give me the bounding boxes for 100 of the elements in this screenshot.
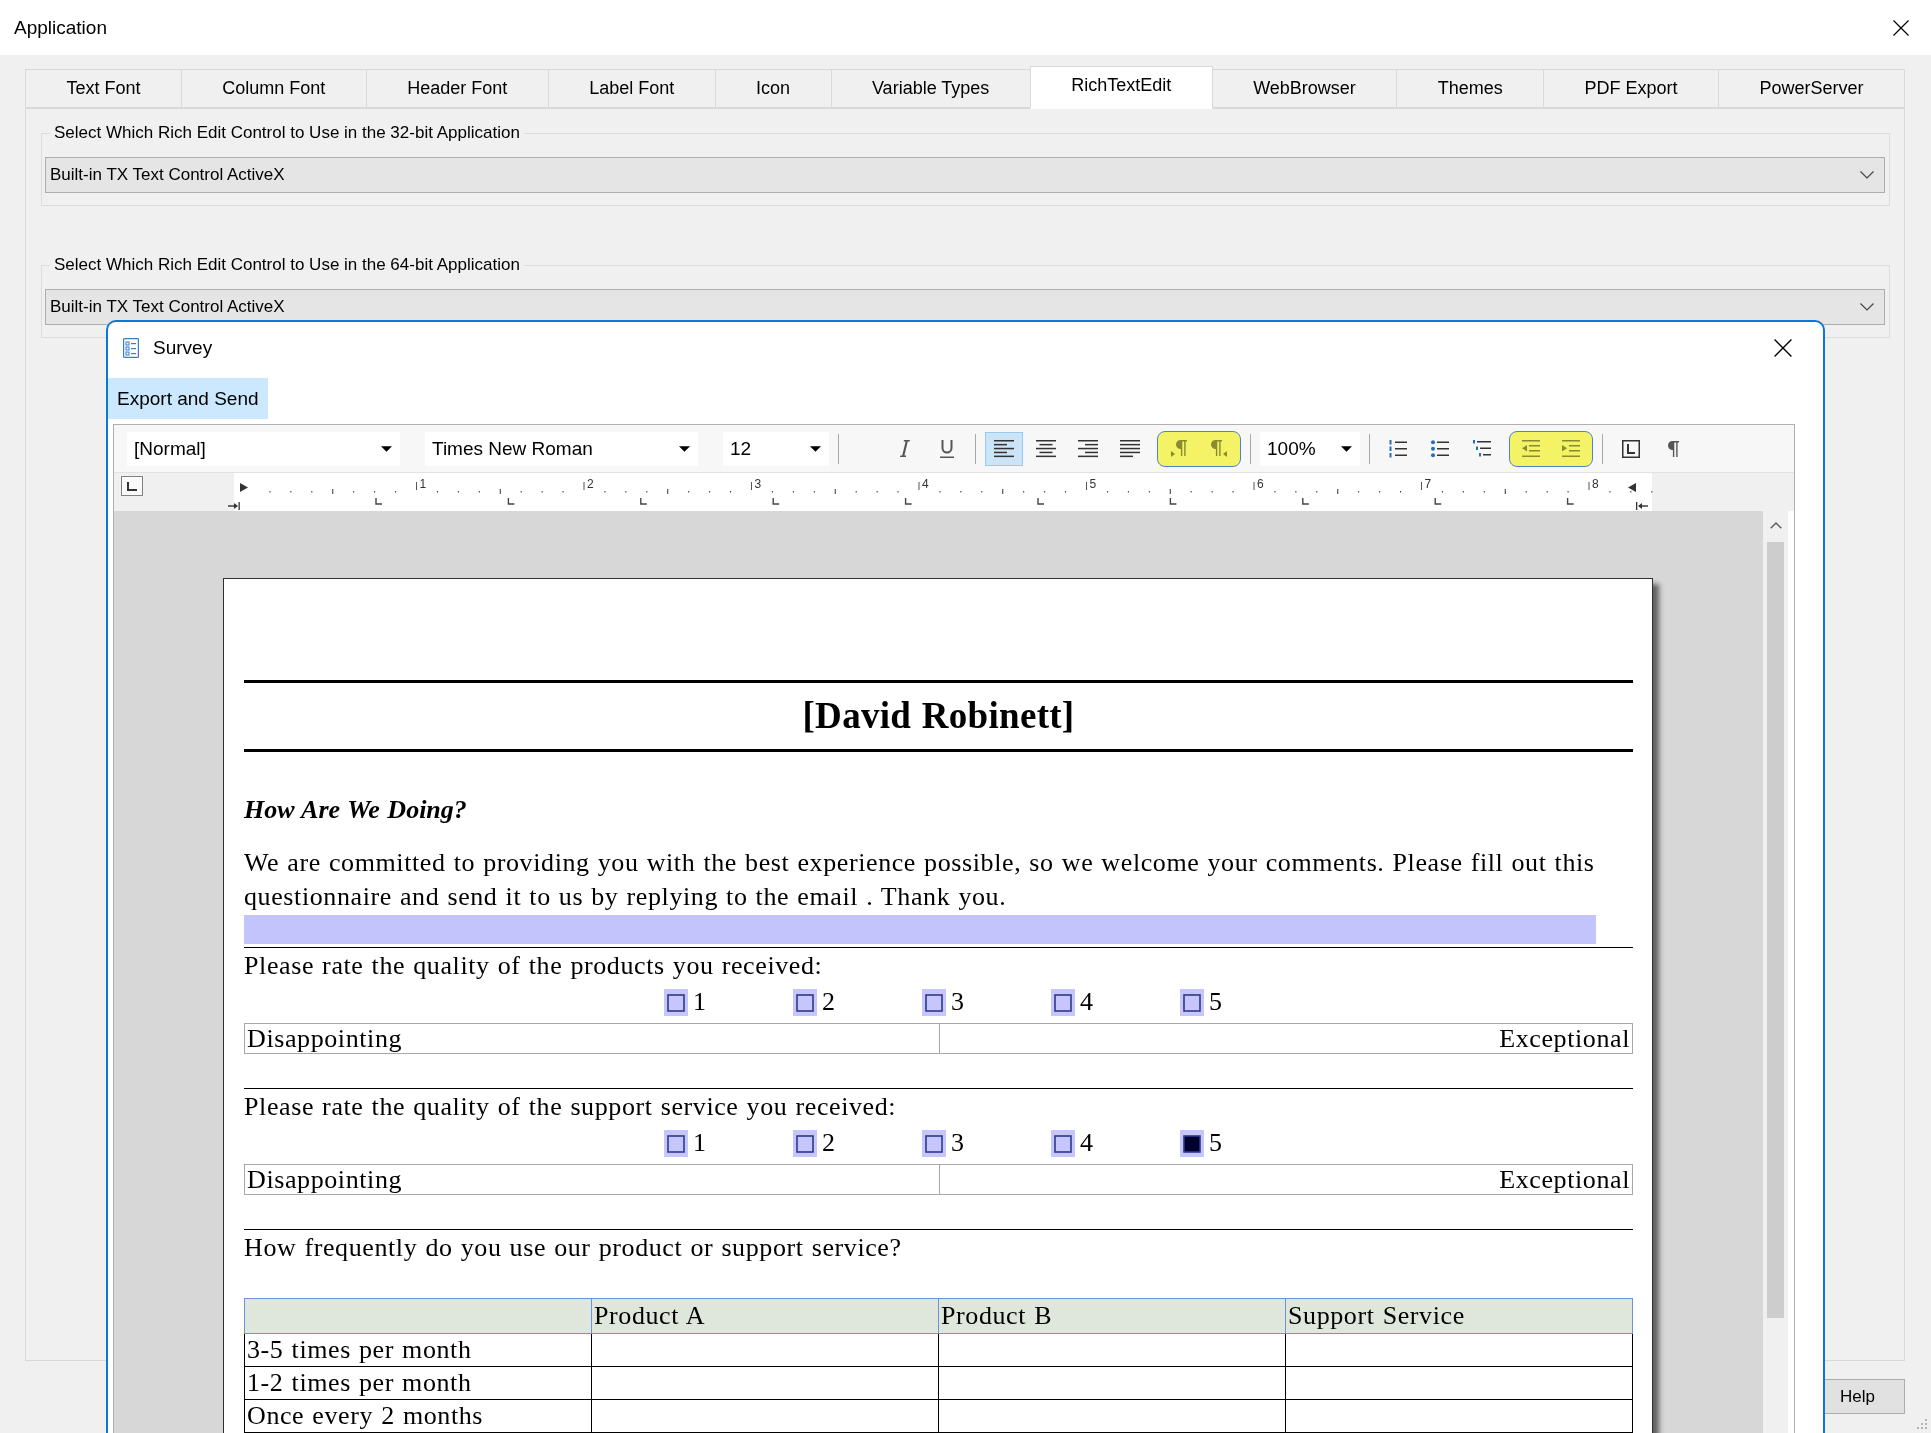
- increase-indent-icon: [1562, 440, 1580, 457]
- table-cell[interactable]: [591, 1366, 939, 1400]
- dropdown[interactable]: Built-in TX Text Control ActiveX: [45, 157, 1885, 193]
- table-cell[interactable]: [1285, 1333, 1633, 1367]
- checkbox[interactable]: [1180, 988, 1204, 1016]
- tab-stop-icon: [507, 497, 516, 505]
- font-dropdown[interactable]: Times New Roman: [425, 431, 698, 466]
- scrollbar-thumb[interactable]: [1767, 542, 1784, 1318]
- option-label: 5: [1209, 1129, 1223, 1157]
- option-label: 1: [693, 1129, 707, 1157]
- align-right-icon: [1078, 440, 1098, 457]
- italic-icon: [900, 440, 910, 457]
- indent-marker-icon[interactable]: [1628, 483, 1636, 492]
- tab[interactable]: RichTextEdit: [1029, 66, 1213, 109]
- checkbox[interactable]: [793, 988, 817, 1016]
- table-header-cell: Product B: [938, 1298, 1286, 1334]
- group-label: Select Which Rich Edit Control to Use in the 32-bit Application: [53, 123, 521, 143]
- table-cell[interactable]: [1285, 1366, 1633, 1400]
- checkbox[interactable]: [1180, 1129, 1204, 1157]
- checkbox[interactable]: [793, 1129, 817, 1157]
- table-cell: 3-5 times per month: [244, 1333, 592, 1367]
- tab-stop-icon: [1302, 497, 1310, 505]
- paragraph-arrow-right-icon: [1171, 440, 1187, 457]
- caret-icon: [810, 445, 821, 452]
- dropdown[interactable]: Built-in TX Text Control ActiveX: [45, 289, 1885, 325]
- corner-icon: [127, 481, 137, 491]
- menu-item[interactable]: Export and Send: [108, 378, 268, 419]
- tab-stop-icon: [1169, 497, 1178, 505]
- table-cell-text: Disappointing: [246, 1024, 404, 1053]
- close-button[interactable]: [1893, 19, 1909, 36]
- tab-stop-icon: [1566, 497, 1575, 505]
- zoom-dropdown[interactable]: 100%: [1260, 431, 1360, 466]
- table-cell: Exceptional: [938, 1165, 1632, 1194]
- option-label: 4: [1080, 988, 1094, 1016]
- option-label: 2: [822, 1129, 836, 1157]
- decrease-indent-icon: [1522, 440, 1540, 457]
- table-cell: Exceptional: [938, 1024, 1632, 1053]
- checkbox[interactable]: [922, 988, 946, 1016]
- checkbox[interactable]: [664, 988, 688, 1016]
- tab[interactable]: Themes: [1396, 69, 1545, 108]
- caret-icon: [381, 445, 392, 452]
- left-margin-marker-icon[interactable]: [228, 502, 240, 510]
- ruler-number: 7: [1424, 477, 1432, 491]
- text-field[interactable]: [244, 915, 1596, 944]
- intro-paragraph: We are committed to providing you with the best experience possible, so we welcome your comments. Please fill out this questionnaire and send it to us by replying to the email . Thank you.: [244, 847, 1596, 913]
- scrollbar[interactable]: [1763, 511, 1788, 1433]
- align-center-icon: [1036, 440, 1056, 457]
- option-label: 1: [693, 988, 707, 1016]
- bulleted-list-icon: [1431, 440, 1449, 457]
- tab[interactable]: PowerServer: [1718, 69, 1905, 108]
- frame-icon: [1622, 439, 1640, 458]
- ruler-number: 1: [419, 477, 427, 491]
- multilevel-list-icon: [1473, 440, 1491, 457]
- section-heading: How Are We Doing?: [244, 794, 467, 826]
- paragraph-arrow-left-icon: [1211, 440, 1227, 457]
- document-title: [David Robinett]: [802, 694, 1075, 738]
- right-margin-marker-icon[interactable]: [1636, 502, 1648, 510]
- window-title: Survey: [153, 337, 214, 359]
- ruler-number: 8: [1592, 477, 1599, 491]
- indent-marker-icon[interactable]: [240, 483, 248, 492]
- tab[interactable]: WebBrowser: [1211, 69, 1398, 108]
- tab[interactable]: Variable Types: [830, 69, 1031, 108]
- table-cell[interactable]: [938, 1399, 1286, 1433]
- chevron-down-icon: [1860, 303, 1874, 311]
- table-cell[interactable]: [591, 1399, 939, 1433]
- table-cell[interactable]: [1285, 1399, 1633, 1433]
- resize-grip-icon[interactable]: [1917, 1419, 1928, 1430]
- option-label: 5: [1209, 988, 1223, 1016]
- pilcrow-icon: [1667, 440, 1679, 457]
- tab-stop-icon: [1037, 497, 1045, 505]
- window-title: Application: [14, 16, 107, 39]
- close-button[interactable]: [1774, 339, 1792, 357]
- tab[interactable]: Column Font: [180, 69, 367, 108]
- table-cell: 1-2 times per month: [244, 1366, 592, 1400]
- tab[interactable]: Header Font: [365, 69, 549, 108]
- underline-icon: [940, 439, 954, 458]
- font-size-dropdown[interactable]: 12: [723, 431, 829, 466]
- checkbox[interactable]: [664, 1129, 688, 1157]
- tab-stop-icon: [772, 497, 780, 505]
- tab[interactable]: PDF Export: [1543, 69, 1720, 108]
- tab[interactable]: Text Font: [25, 69, 182, 108]
- table-cell[interactable]: [938, 1366, 1286, 1400]
- caret-icon: [679, 445, 690, 452]
- tab[interactable]: Label Font: [547, 69, 716, 108]
- table-cell-text: Disappointing: [246, 1165, 404, 1194]
- table-cell: Once every 2 months: [244, 1399, 592, 1433]
- ruler-number: 4: [922, 477, 929, 491]
- question-text: Please rate the quality of the products you received:: [244, 950, 823, 982]
- checkbox[interactable]: [1051, 1129, 1075, 1157]
- caret-icon: [1341, 445, 1352, 452]
- table-cell[interactable]: [591, 1333, 939, 1367]
- checkbox[interactable]: [1051, 988, 1075, 1016]
- option-label: 3: [951, 1129, 965, 1157]
- tab[interactable]: Icon: [714, 69, 832, 108]
- table-cell[interactable]: [938, 1333, 1286, 1367]
- checkbox[interactable]: [922, 1129, 946, 1157]
- tab-type-button[interactable]: [121, 476, 143, 496]
- align-left-button[interactable]: [985, 431, 1023, 466]
- style-dropdown[interactable]: [Normal]: [127, 431, 400, 466]
- question-text: Please rate the quality of the support service you received:: [244, 1091, 897, 1123]
